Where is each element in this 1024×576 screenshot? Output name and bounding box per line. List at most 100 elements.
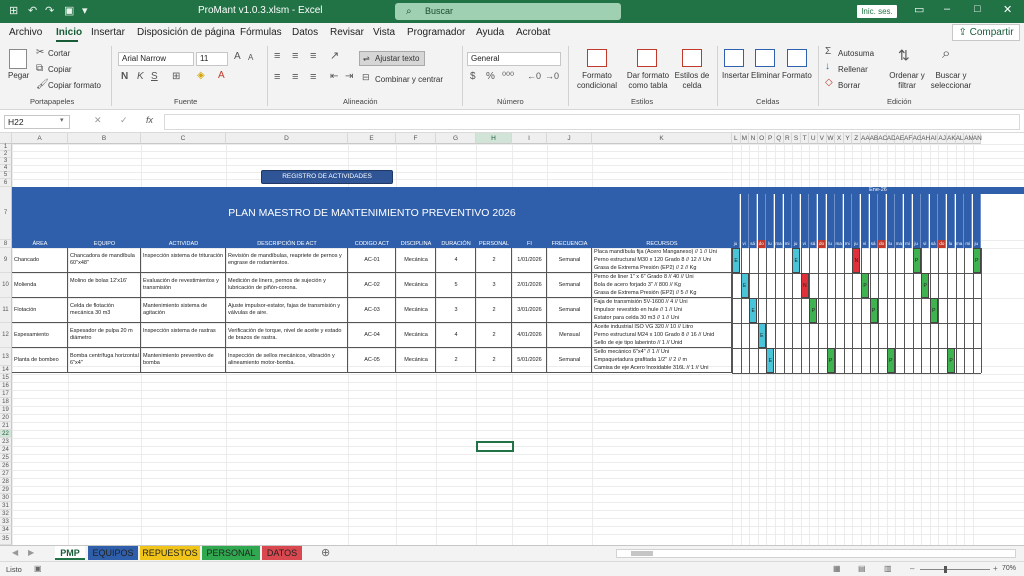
customize-qat-icon[interactable]: ▾: [82, 4, 88, 17]
share-button[interactable]: ⇪ Compartir: [952, 24, 1020, 41]
row-header[interactable]: 6: [0, 179, 12, 187]
italic-icon[interactable]: K: [137, 72, 144, 82]
decrease-decimal-icon[interactable]: →0: [545, 72, 559, 81]
format-button[interactable]: Formato: [782, 71, 812, 80]
tab-revisar[interactable]: Revisar: [330, 27, 364, 38]
column-header[interactable]: N: [749, 133, 758, 144]
column-header[interactable]: J: [547, 133, 592, 144]
row-header[interactable]: 16: [0, 382, 12, 390]
align-right-icon[interactable]: ≡: [310, 72, 316, 83]
column-header[interactable]: O: [757, 133, 767, 144]
column-header[interactable]: K: [592, 133, 732, 144]
indent-icon[interactable]: ⇤: [330, 72, 338, 82]
borders-icon[interactable]: ⊞: [172, 72, 180, 82]
row-header[interactable]: 33: [0, 518, 12, 526]
schedule-mark-P[interactable]: P: [886, 348, 895, 373]
schedule-mark-P[interactable]: P: [972, 248, 981, 273]
row-header[interactable]: 30: [0, 494, 12, 502]
delete-button[interactable]: Eliminar: [751, 71, 780, 80]
underline-icon[interactable]: S: [151, 72, 158, 82]
sheet-tab-pmp[interactable]: PMP: [55, 546, 85, 560]
align-left-icon[interactable]: ≡: [274, 72, 280, 83]
row-header[interactable]: 35: [0, 534, 12, 545]
schedule-mark-E[interactable]: E: [766, 348, 775, 373]
number-format-select[interactable]: General: [467, 52, 561, 66]
row-header[interactable]: 21: [0, 422, 12, 430]
outdent-icon[interactable]: ⇥: [345, 72, 353, 82]
column-header[interactable]: Y: [843, 133, 853, 144]
redo-icon[interactable]: ↷: [45, 4, 54, 17]
row-header[interactable]: 10: [0, 273, 12, 298]
row-header[interactable]: 3: [0, 158, 12, 165]
schedule-mark-N[interactable]: N: [852, 248, 861, 273]
next-sheet-icon[interactable]: ▶: [28, 548, 34, 557]
row-header[interactable]: 13: [0, 348, 12, 366]
align-top-icon[interactable]: ≡: [274, 51, 280, 62]
normal-view-icon[interactable]: ▦: [833, 564, 841, 573]
sheet-tab-personal[interactable]: PERSONAL: [202, 546, 260, 560]
selected-cell[interactable]: [476, 441, 514, 452]
increase-decimal-icon[interactable]: ←0: [527, 72, 541, 81]
save-icon[interactable]: ▣: [64, 4, 74, 17]
row-header[interactable]: 12: [0, 323, 12, 348]
schedule-mark-E[interactable]: E: [732, 248, 740, 273]
schedule-mark-E[interactable]: E: [757, 323, 766, 348]
tab-insertar[interactable]: Insertar: [91, 27, 125, 38]
column-header[interactable]: S: [792, 133, 801, 144]
format-table-button[interactable]: Dar formato como tabla: [622, 71, 674, 91]
prev-sheet-icon[interactable]: ◀: [12, 548, 18, 557]
row-header[interactable]: 26: [0, 462, 12, 470]
row-header[interactable]: 32: [0, 510, 12, 518]
column-header[interactable]: AG: [912, 133, 922, 144]
column-header[interactable]: F: [396, 133, 436, 144]
column-header[interactable]: D: [226, 133, 348, 144]
column-header[interactable]: V: [818, 133, 827, 144]
schedule-mark-E[interactable]: E: [740, 273, 749, 298]
font-name-select[interactable]: Arial Narrow: [118, 52, 194, 66]
column-header[interactable]: AB: [869, 133, 878, 144]
cancel-formula-icon[interactable]: ✕: [94, 115, 102, 126]
column-header[interactable]: B: [68, 133, 141, 144]
clear-button[interactable]: Borrar: [838, 81, 860, 90]
page-break-icon[interactable]: ▥: [884, 564, 892, 573]
column-header[interactable]: AK: [947, 133, 956, 144]
row-header[interactable]: 17: [0, 390, 12, 398]
zoom-slider-thumb[interactable]: [943, 566, 947, 573]
add-sheet-icon[interactable]: ⊕: [321, 546, 330, 559]
autosave-icon[interactable]: ⊞: [9, 4, 18, 17]
column-header[interactable]: Z: [852, 133, 861, 144]
row-header[interactable]: 23: [0, 438, 12, 446]
close-icon[interactable]: ✕: [1003, 3, 1012, 16]
column-header[interactable]: C: [141, 133, 226, 144]
column-header[interactable]: AM: [964, 133, 974, 144]
select-all-corner[interactable]: [0, 133, 12, 144]
currency-icon[interactable]: $: [470, 72, 476, 82]
macro-record-icon[interactable]: ▣: [34, 564, 42, 573]
schedule-mark-E[interactable]: E: [792, 248, 801, 273]
comma-style-icon[interactable]: ⁰⁰⁰: [502, 72, 514, 82]
schedule-mark-N[interactable]: N: [800, 273, 809, 298]
column-header[interactable]: Q: [775, 133, 784, 144]
column-header[interactable]: U: [809, 133, 818, 144]
row-header[interactable]: 25: [0, 454, 12, 462]
schedule-mark-P[interactable]: P: [861, 273, 869, 298]
undo-icon[interactable]: ↶: [28, 4, 37, 17]
row-header[interactable]: 9: [0, 248, 12, 273]
wrap-text-button[interactable]: ⇌ Ajustar texto: [359, 51, 425, 66]
schedule-mark-P[interactable]: P: [826, 348, 835, 373]
orientation-icon[interactable]: ↗: [330, 51, 339, 62]
tab-ayuda[interactable]: Ayuda: [476, 27, 504, 38]
sheet-tab-equipos[interactable]: EQUIPOS: [88, 546, 138, 560]
column-header[interactable]: AJ: [938, 133, 947, 144]
column-header[interactable]: R: [783, 133, 793, 144]
ribbon-options-icon[interactable]: ▭: [914, 3, 924, 16]
column-header[interactable]: E: [348, 133, 396, 144]
row-header[interactable]: 8: [0, 240, 12, 248]
horizontal-scrollbar[interactable]: [616, 549, 1016, 558]
schedule-mark-P[interactable]: P: [929, 298, 938, 323]
column-header[interactable]: M: [740, 133, 750, 144]
row-header[interactable]: 2: [0, 151, 12, 158]
register-activities-button[interactable]: REGISTRO DE ACTIVIDADES: [261, 170, 393, 184]
cell-styles-button[interactable]: Estilos de celda: [672, 71, 712, 91]
zoom-slider[interactable]: [920, 566, 990, 573]
